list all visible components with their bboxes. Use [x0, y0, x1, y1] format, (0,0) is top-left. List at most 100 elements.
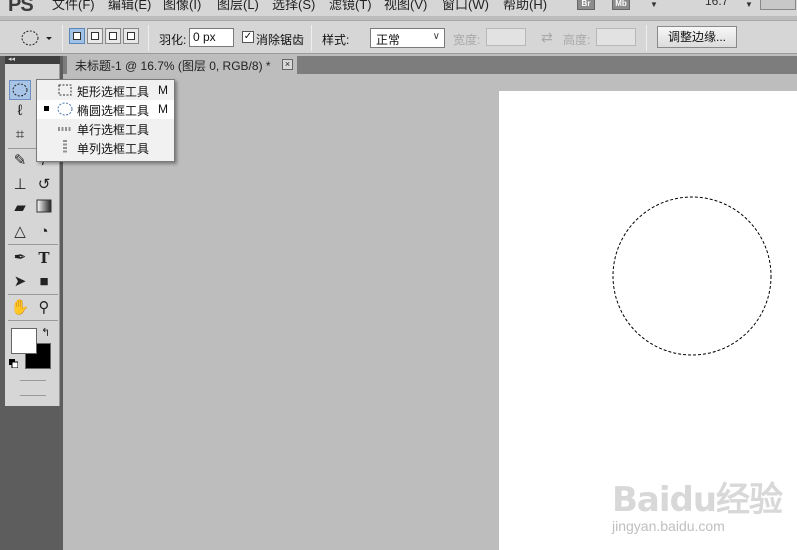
flyout-shortcut: M: [158, 83, 168, 97]
clone-stamp-tool[interactable]: ⊥: [9, 175, 31, 195]
rectangle-tool[interactable]: ■: [33, 272, 55, 292]
zoom-level[interactable]: 16.7: [705, 0, 728, 8]
crop-icon: ⌗: [15, 126, 25, 143]
single-row-marquee-icon: [58, 127, 72, 131]
close-icon[interactable]: ×: [282, 59, 293, 70]
flyout-item-rectangular-marquee[interactable]: 矩形选框工具 M: [37, 81, 174, 100]
antialias-label: 消除锯齿: [256, 33, 305, 47]
toolbox-collapse-icon[interactable]: ◂◂: [5, 56, 60, 64]
antialias-checkbox[interactable]: ✓: [242, 31, 254, 43]
gradient-tool[interactable]: [33, 198, 55, 218]
background-color-swatch[interactable]: [11, 328, 37, 354]
height-label: 高度:: [563, 33, 591, 47]
dodge-icon: ◔: [39, 223, 49, 240]
app-logo: PS: [8, 0, 34, 16]
stamp-icon: ⊥: [13, 176, 27, 193]
swap-colors-icon[interactable]: ↰: [41, 326, 50, 339]
history-brush-tool[interactable]: ↺: [33, 175, 55, 195]
eraser-icon: ▰: [14, 199, 26, 216]
lasso-icon: ℓ: [17, 102, 23, 119]
flyout-item-elliptical-marquee[interactable]: 椭圆选框工具 M: [37, 100, 174, 119]
flyout-shortcut: M: [158, 102, 168, 116]
options-bar: 羽化: 0 px ✓ 消除锯齿 样式: 正常 ∨ 宽度: ⇄ 高度: 调整边缘.…: [0, 20, 797, 54]
new-selection-button[interactable]: [69, 28, 85, 44]
rectangle-icon: ■: [39, 273, 49, 290]
hand-tool[interactable]: ✋: [9, 298, 31, 318]
arrow-icon: ➤: [13, 273, 27, 290]
separator: [148, 25, 149, 51]
separator: [20, 395, 46, 396]
menu-view[interactable]: 视图(V): [384, 0, 427, 13]
flyout-label: 单行选框工具: [77, 123, 150, 137]
add-to-selection-button[interactable]: [87, 28, 103, 44]
separator: [8, 320, 58, 321]
menu-layer[interactable]: 图层(L): [217, 0, 259, 13]
elliptical-marquee-icon: [57, 102, 73, 116]
elliptical-marquee-icon: [12, 83, 28, 97]
marquee-tool-flyout: 矩形选框工具 M 椭圆选框工具 M 单行选框工具 单列选框工具: [36, 79, 175, 162]
document-title: 未标题-1 @ 16.7% (图层 0, RGB/8) *: [75, 59, 271, 73]
height-input: [596, 28, 636, 46]
flyout-item-single-row-marquee[interactable]: 单行选框工具: [37, 119, 174, 138]
type-icon: T: [38, 249, 50, 267]
dodge-tool[interactable]: ◔: [33, 222, 55, 242]
elliptical-selection[interactable]: [611, 196, 777, 362]
swap-dimensions-icon: ⇄: [541, 29, 553, 45]
flyout-label: 矩形选框工具: [77, 85, 150, 99]
elliptical-marquee-tool[interactable]: [9, 80, 31, 100]
separator: [646, 25, 647, 51]
default-colors-icon[interactable]: [9, 359, 18, 368]
separator: [20, 380, 46, 381]
menu-file[interactable]: 文件(F): [52, 0, 95, 13]
type-tool[interactable]: T: [33, 248, 55, 268]
feather-input[interactable]: 0 px: [189, 28, 234, 47]
magnifier-icon: ⚲: [38, 299, 50, 316]
path-selection-tool[interactable]: ➤: [9, 272, 31, 292]
flyout-label: 单列选框工具: [77, 142, 150, 156]
intersect-selection-button[interactable]: [123, 28, 139, 44]
extras-dropdown-icon[interactable]: ▼: [650, 0, 658, 9]
flyout-item-single-column-marquee[interactable]: 单列选框工具: [37, 138, 174, 157]
selected-bullet-icon: [44, 106, 49, 111]
gradient-icon: [36, 199, 52, 213]
width-label: 宽度:: [453, 33, 481, 47]
mini-bridge-button[interactable]: Mb: [612, 0, 630, 10]
style-label: 样式:: [322, 33, 350, 47]
pen-icon: ✒: [13, 249, 27, 266]
menu-filter[interactable]: 滤镜(T): [329, 0, 372, 13]
eraser-tool[interactable]: ▰: [9, 198, 31, 218]
flyout-label: 椭圆选框工具: [77, 104, 150, 118]
menu-help[interactable]: 帮助(H): [503, 0, 547, 13]
bandage-icon: ✎: [13, 152, 27, 169]
menu-window[interactable]: 窗口(W): [442, 0, 489, 13]
blur-icon: △: [14, 223, 26, 240]
blur-tool[interactable]: △: [9, 222, 31, 242]
separator: [62, 25, 63, 51]
chevron-down-icon: ∨: [432, 31, 440, 42]
bridge-button[interactable]: Br: [577, 0, 595, 10]
width-input: [486, 28, 526, 46]
crop-tool[interactable]: ⌗: [9, 125, 31, 145]
tool-preset-picker[interactable]: [14, 29, 54, 47]
document-tab[interactable]: 未标题-1 @ 16.7% (图层 0, RGB/8) * ×: [67, 56, 297, 74]
rectangular-marquee-icon: [58, 84, 72, 96]
menu-image[interactable]: 图像(I): [163, 0, 201, 13]
spot-healing-tool[interactable]: ✎: [9, 151, 31, 171]
menu-select[interactable]: 选择(S): [272, 0, 315, 13]
lasso-tool[interactable]: ℓ: [9, 101, 31, 121]
watermark: Baidu经验 jingyan.baidu.com: [588, 462, 788, 542]
pen-tool[interactable]: ✒: [9, 248, 31, 268]
history-brush-icon: ↺: [37, 176, 51, 193]
zoom-tool[interactable]: ⚲: [33, 298, 55, 318]
subtract-from-selection-button[interactable]: [105, 28, 121, 44]
zoom-dropdown-icon[interactable]: ▼: [745, 0, 753, 9]
style-select[interactable]: 正常 ∨: [370, 28, 445, 48]
workspace-switcher[interactable]: [760, 0, 796, 10]
menu-edit[interactable]: 编辑(E): [108, 0, 151, 13]
watermark-url: jingyan.baidu.com: [612, 518, 725, 534]
separator: [8, 294, 58, 295]
single-column-marquee-icon: [63, 140, 67, 154]
watermark-logo: Baidu经验: [612, 480, 783, 520]
separator: [311, 25, 312, 51]
refine-edge-button[interactable]: 调整边缘...: [657, 26, 737, 48]
